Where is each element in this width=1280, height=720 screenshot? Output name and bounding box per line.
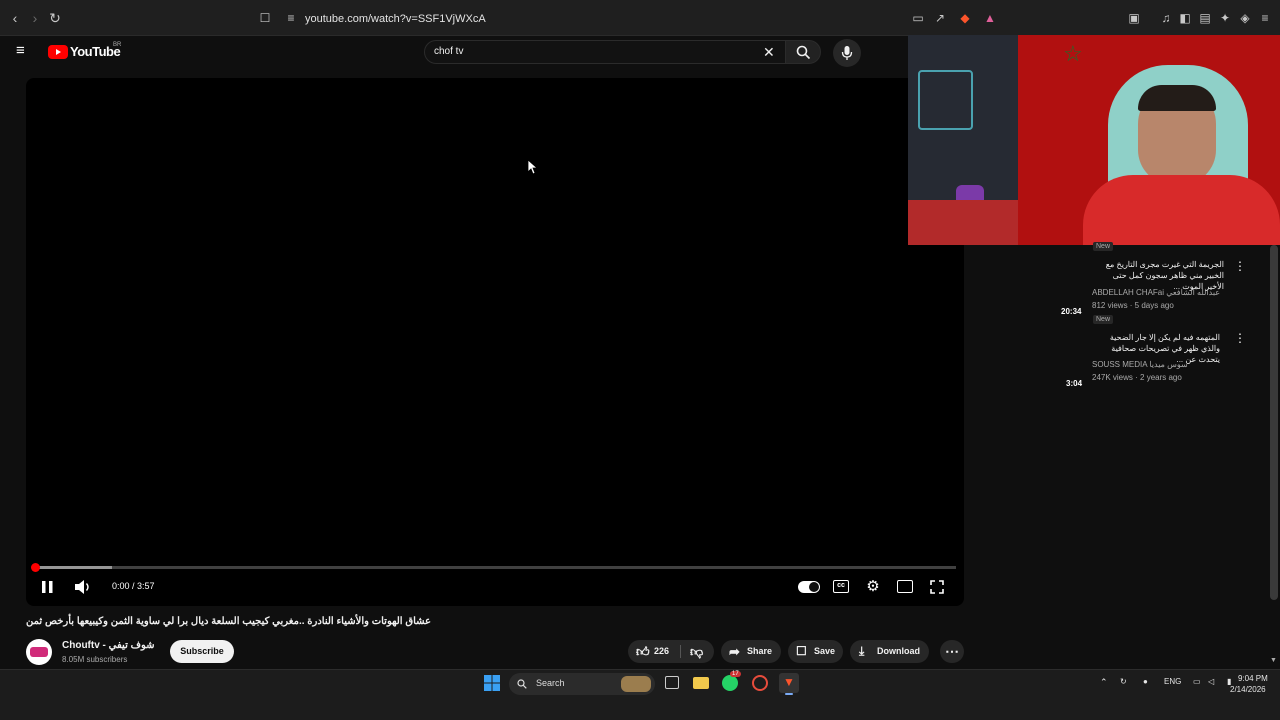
taskbar-search[interactable]: Search [509,673,655,695]
address-bar[interactable]: youtube.com/watch?v=SSF1VjWXcA [280,8,1000,30]
music-icon[interactable]: ♫ [1158,10,1174,26]
page-scrollbar[interactable] [1270,245,1278,600]
search-icon [796,45,811,60]
whatsapp-badge: 17 [730,671,741,677]
microphone-tray-icon[interactable]: ● [1143,677,1148,686]
country-code: BR [113,42,122,48]
bookmark-icon[interactable]: ☐ [257,10,273,26]
taskbar-search-icon [517,679,527,689]
dislike-icon[interactable]: 👎︎ [690,640,703,663]
duration-badge: 20:34 [1061,307,1082,316]
browser-toolbar: ‹ › ↻ ☐ ≡ youtube.com/watch?v=SSF1VjWXcA… [0,0,1280,36]
more-options-icon[interactable]: ⋮ [1234,259,1246,273]
subscribe-button[interactable]: Subscribe [170,640,234,663]
more-options-icon[interactable]: ⋮ [1234,331,1246,345]
recommended-channel[interactable]: SOUSS MEDIA سوس ميديا [1092,360,1188,369]
save-label: Save [814,646,836,656]
brave-browser-taskbar-icon[interactable]: ▼ [779,673,799,695]
clear-search-icon[interactable]: ✕ [763,44,775,61]
progress-bar[interactable] [34,566,956,569]
new-badge: New [1093,315,1114,324]
pc-case-image [908,35,1018,245]
cast-icon[interactable]: ▭ [910,10,926,26]
webcam-overlay: ☆ [908,35,1280,245]
like-icon[interactable]: 👍︎ [636,640,650,663]
like-count[interactable]: 226 [654,640,669,663]
tray-chevron-icon[interactable]: ⌃ [1100,677,1108,688]
microphone-icon [841,46,853,60]
theater-mode-icon[interactable] [897,580,913,593]
time-display: 0:00 / 3:57 [112,581,155,591]
new-badge: New [1093,242,1114,251]
reload-icon[interactable]: ↻ [46,9,64,27]
recommended-meta: 812 views · 5 days ago [1092,301,1174,310]
share-page-icon[interactable]: ↗ [932,10,948,26]
verified-icon: ✔ [146,641,153,650]
file-explorer-icon[interactable] [693,677,709,689]
autoplay-knob [809,582,819,592]
recording-app-icon[interactable] [752,675,768,691]
taskbar-search-label: Search [536,678,565,688]
brave-shields-icon[interactable]: ◆ [957,10,973,26]
person-face [1138,85,1216,185]
menu-icon[interactable]: ≡ [1257,10,1273,26]
scroll-down-icon[interactable]: ▼ [1270,657,1277,664]
wallet-icon[interactable]: ▤ [1197,10,1213,26]
channel-name[interactable]: Chouftv - شوف تيفي [62,640,155,651]
subtitles-icon[interactable]: cc [833,580,849,593]
language-indicator[interactable]: ENG [1164,677,1181,686]
voice-search-button[interactable] [833,39,861,67]
subscriber-count: 8.05M subscribers [62,655,128,664]
save-button[interactable]: ☐ Save [788,640,843,663]
duration-badge: 3:04 [1066,379,1083,388]
brave-rewards-icon[interactable]: ▲ [982,10,998,26]
clock-time[interactable]: 9:04 PM [1238,674,1268,683]
more-actions-icon[interactable]: ⋯ [940,640,964,663]
hamburger-menu-icon[interactable]: ≡ [16,43,32,58]
share-button[interactable]: ➦ Share [721,640,781,663]
search-highlight-icon [621,676,651,692]
url-text: youtube.com/watch?v=SSF1VjWXcA [305,13,486,25]
search-input[interactable]: chof tv ✕ [424,40,786,64]
mouse-cursor-icon [528,160,538,175]
like-dislike-group: 👍︎ 226 👎︎ [628,640,714,663]
recommended-channel[interactable]: ABDELLAH CHAFai عبدالله الشافعي [1092,288,1220,297]
progress-scrubber[interactable] [31,563,40,572]
settings-gear-icon[interactable]: ⚙ [864,578,882,596]
screenshot-icon[interactable]: ▣ [1126,10,1142,26]
autoplay-toggle[interactable] [798,581,820,593]
speaker-icon[interactable]: ◁ [1208,677,1214,686]
whatsapp-icon[interactable]: 17 [722,671,741,691]
channel-avatar[interactable] [26,639,52,665]
back-arrow-icon[interactable]: ‹ [6,9,24,27]
flag-star-icon: ☆ [1063,41,1083,66]
vpn-icon[interactable]: ◈ [1237,10,1253,26]
sidebar-icon[interactable]: ◧ [1177,10,1193,26]
display-icon[interactable]: ▭ [1193,677,1201,686]
progress-buffer [34,566,112,569]
share-label: Share [747,646,773,656]
volume-icon[interactable] [74,579,92,595]
recommended-meta: 247K views · 2 years ago [1092,373,1182,382]
fullscreen-icon[interactable] [930,580,944,594]
sync-icon[interactable]: ↻ [1120,677,1127,686]
youtube-logo-icon[interactable] [48,45,68,59]
download-label: Download [877,646,920,656]
share-icon: ➦ [729,644,740,659]
person-shirt [1083,175,1280,245]
forward-arrow-icon[interactable]: › [26,9,44,27]
bookmark-save-icon: ☐ [796,644,807,658]
clock-date[interactable]: 2/14/2026 [1230,685,1266,694]
download-icon: ⤓ [859,644,865,658]
search-query: chof tv [434,46,464,57]
video-title: عشاق الهوتات والأشياء النادرة ..مغربي كي… [26,616,432,627]
windows-start-icon[interactable] [484,675,500,691]
search-button[interactable] [785,40,821,64]
pause-icon[interactable] [41,580,54,594]
download-button[interactable]: ⤓ Download [850,640,929,663]
leo-ai-icon[interactable]: ✦ [1217,10,1233,26]
video-player[interactable] [26,78,964,606]
task-view-icon[interactable] [665,676,679,689]
